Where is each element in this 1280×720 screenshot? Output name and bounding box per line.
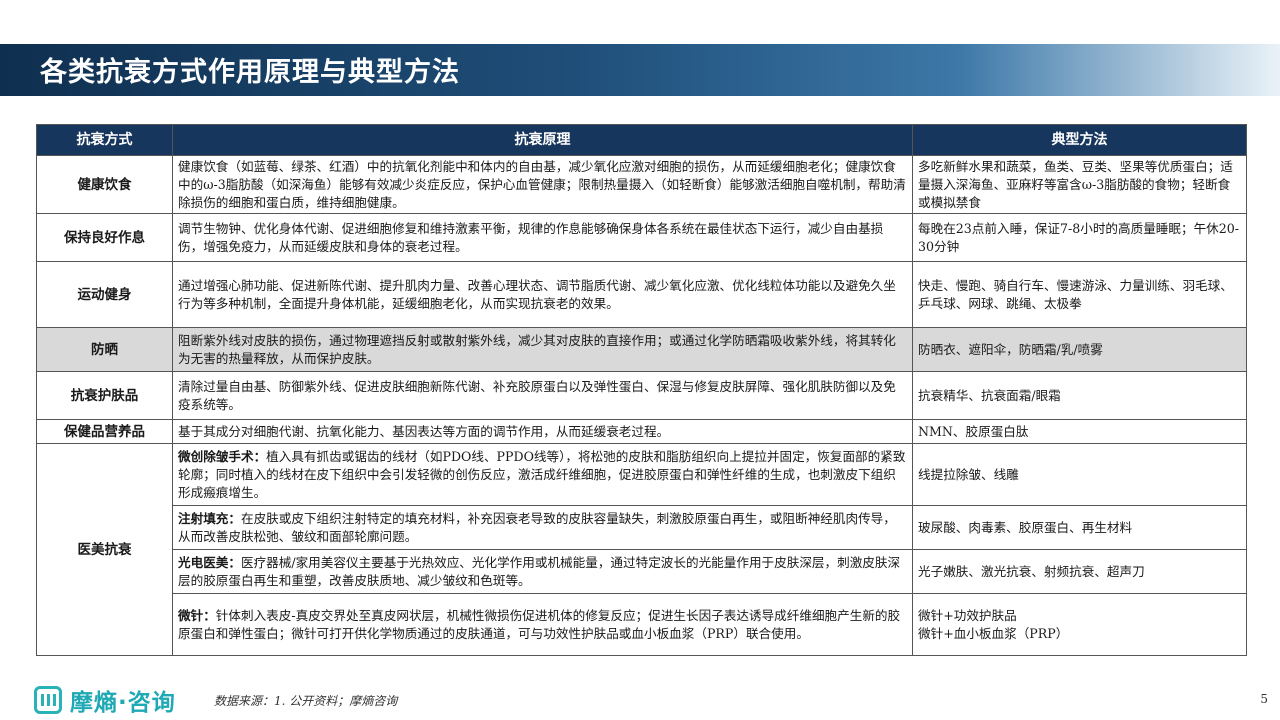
brand-logo: 摩熵·咨询 (34, 684, 176, 716)
examples-cell: 光子嫩肤、激光抗衰、射频抗衰、超声刀 (912, 549, 1247, 594)
examples-cell: 微针+功效护肤品微针+血小板血浆（PRP） (912, 593, 1247, 656)
examples-cell: 玻尿酸、肉毒素、胶原蛋白、再生材料 (912, 505, 1247, 550)
principle-cell: 基于其成分对细胞代谢、抗氧化能力、基因表达等方面的调节作用，从而延缓衰老过程。 (172, 419, 913, 444)
table-row-medical-4: 微针：针体刺入表皮-真皮交界处至真皮网状层，机械性微损伤促进机体的修复反应；促进… (37, 593, 1247, 656)
principle-cell: 光电医美：医疗器械/家用美容仪主要基于光热效应、光化学作用或机械能量，通过特定波… (172, 549, 913, 594)
method-cell: 运动健身 (36, 261, 173, 328)
item-text: 针体刺入表皮-真皮交界处至真皮网状层，机械性微损伤促进机体的修复反应；促进生长因… (178, 607, 901, 641)
item-label: 光电医美： (178, 554, 241, 570)
item-text: 在皮肤或皮下组织注射特定的填充材料，补充因衰老导致的皮肤容量缺失，刺激胶原蛋白再… (178, 510, 896, 544)
example-line: 微针+功效护肤品 (918, 607, 1017, 623)
table-row: 健康饮食 健康饮食（如蓝莓、绿茶、红酒）中的抗氧化剂能中和体内的自由基，减少氧化… (36, 155, 1247, 214)
header-examples: 典型方法 (912, 124, 1247, 156)
examples-cell: 线提拉除皱、线雕 (912, 443, 1247, 506)
examples-cell: 多吃新鲜水果和蔬菜，鱼类、豆类、坚果等优质蛋白；适量摄入深海鱼、亚麻籽等富含ω-… (912, 155, 1247, 214)
principle-cell: 微针：针体刺入表皮-真皮交界处至真皮网状层，机械性微损伤促进机体的修复反应；促进… (172, 593, 913, 656)
anti-aging-table: 抗衰方式 抗衰原理 典型方法 健康饮食 健康饮食（如蓝莓、绿茶、红酒）中的抗氧化… (36, 124, 1247, 656)
examples-cell: 防晒衣、遮阳伞，防晒霜/乳/喷雾 (912, 327, 1247, 372)
table-row: 保持良好作息 调节生物钟、优化身体代谢、促进细胞修复和维持激素平衡，规律的作息能… (36, 213, 1247, 262)
principle-cell: 清除过量自由基、防御紫外线、促进皮肤细胞新陈代谢、补充胶原蛋白以及弹性蛋白、保湿… (172, 371, 913, 420)
table-row: 防晒 阻断紫外线对皮肤的损伤，通过物理遮挡反射或散射紫外线，减少其对皮肤的直接作… (36, 327, 1247, 372)
method-cell-medical: 医美抗衰 (36, 443, 173, 656)
example-line: 微针+血小板血浆（PRP） (918, 625, 1069, 641)
logo-text: 摩熵·咨询 (70, 690, 176, 716)
header-principle: 抗衰原理 (172, 124, 913, 156)
data-source: 数据来源：1. 公开资料；摩熵咨询 (214, 694, 398, 708)
table-row-medical-3: 光电医美：医疗器械/家用美容仪主要基于光热效应、光化学作用或机械能量，通过特定波… (37, 549, 1247, 594)
principle-cell: 健康饮食（如蓝莓、绿茶、红酒）中的抗氧化剂能中和体内的自由基，减少氧化应激对细胞… (172, 155, 913, 214)
table-row: 抗衰护肤品 清除过量自由基、防御紫外线、促进皮肤细胞新陈代谢、补充胶原蛋白以及弹… (36, 371, 1247, 420)
principle-cell: 阻断紫外线对皮肤的损伤，通过物理遮挡反射或散射紫外线，减少其对皮肤的直接作用；或… (172, 327, 913, 372)
principle-cell: 调节生物钟、优化身体代谢、促进细胞修复和维持激素平衡，规律的作息能够确保身体各系… (172, 213, 913, 262)
principle-cell: 注射填充：在皮肤或皮下组织注射特定的填充材料，补充因衰老导致的皮肤容量缺失，刺激… (172, 505, 913, 550)
table-row: 保健品营养品 基于其成分对细胞代谢、抗氧化能力、基因表达等方面的调节作用，从而延… (36, 419, 1247, 444)
examples-cell: 快走、慢跑、骑自行车、慢速游泳、力量训练、羽毛球、乒乓球、网球、跳绳、太极拳 (912, 261, 1247, 328)
item-text: 医疗器械/家用美容仪主要基于光热效应、光化学作用或机械能量，通过特定波长的光能量… (178, 554, 901, 588)
page-number: 5 (1260, 692, 1268, 706)
item-label: 微针： (178, 607, 216, 623)
item-text: 植入具有抓齿或锯齿的线材（如PDO线、PPDO线等），将松弛的皮肤和脂肪组织向上… (178, 448, 906, 500)
method-cell: 抗衰护肤品 (36, 371, 173, 420)
examples-cell: 每晚在23点前入睡，保证7-8小时的高质量睡眠；午休20-30分钟 (912, 213, 1247, 262)
principle-cell: 通过增强心肺功能、促进新陈代谢、提升肌肉力量、改善心理状态、调节脂质代谢、减少氧… (172, 261, 913, 328)
method-cell: 保持良好作息 (36, 213, 173, 262)
method-cell: 健康饮食 (36, 155, 173, 214)
table-row: 运动健身 通过增强心肺功能、促进新陈代谢、提升肌肉力量、改善心理状态、调节脂质代… (36, 261, 1247, 328)
page-title: 各类抗衰方式作用原理与典型方法 (40, 57, 460, 88)
header-method: 抗衰方式 (36, 124, 173, 156)
principle-cell: 微创除皱手术：植入具有抓齿或锯齿的线材（如PDO线、PPDO线等），将松弛的皮肤… (172, 443, 913, 506)
item-label: 注射填充： (178, 510, 241, 526)
examples-cell: 抗衰精华、抗衰面霜/眼霜 (912, 371, 1247, 420)
table-row-medical-2: 注射填充：在皮肤或皮下组织注射特定的填充材料，补充因衰老导致的皮肤容量缺失，刺激… (37, 505, 1247, 550)
logo-icon (34, 686, 62, 714)
method-cell: 防晒 (36, 327, 173, 372)
item-label: 微创除皱手术： (178, 448, 267, 464)
examples-cell: NMN、胶原蛋白肽 (912, 419, 1247, 444)
table-header-row: 抗衰方式 抗衰原理 典型方法 (36, 124, 1247, 156)
method-cell: 保健品营养品 (36, 419, 173, 444)
table-row-medical-1: 医美抗衰 微创除皱手术：植入具有抓齿或锯齿的线材（如PDO线、PPDO线等），将… (36, 443, 1247, 656)
